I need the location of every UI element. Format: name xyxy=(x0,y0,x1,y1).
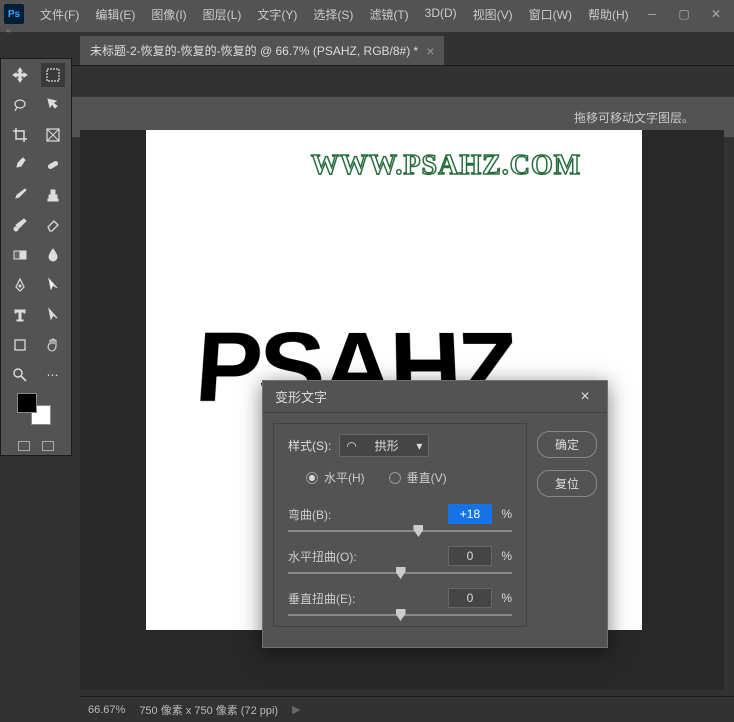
move-tool-icon[interactable] xyxy=(8,63,32,87)
radio-vertical[interactable]: 垂直(V) xyxy=(389,469,447,486)
eyedropper-tool-icon[interactable] xyxy=(8,153,32,177)
zoom-tool-icon[interactable] xyxy=(8,363,32,387)
percent-label: % xyxy=(501,507,512,521)
menu-help[interactable]: 帮助(H) xyxy=(580,2,637,27)
app-logo: Ps xyxy=(4,4,24,24)
tab-title: 未标题-2-恢复的-恢复的-恢复的 @ 66.7% (PSAHZ, RGB/8#… xyxy=(90,42,418,59)
status-arrow-icon[interactable]: ▶ xyxy=(292,703,300,716)
zoom-level[interactable]: 66.67% xyxy=(88,704,125,716)
frame-tool-icon[interactable] xyxy=(41,123,65,147)
crop-tool-icon[interactable] xyxy=(8,123,32,147)
style-select[interactable]: ◠ 拱形 ▾ xyxy=(339,434,429,457)
menu-file[interactable]: 文件(F) xyxy=(32,2,87,27)
menu-type[interactable]: 文字(Y) xyxy=(249,2,305,27)
dialog-close-icon[interactable]: × xyxy=(575,387,595,407)
ok-button[interactable]: 确定 xyxy=(537,431,597,458)
percent-label3: % xyxy=(501,591,512,605)
status-bar: 66.67% 750 像素 x 750 像素 (72 ppi) ▶ xyxy=(80,696,734,722)
foreground-swatch[interactable] xyxy=(17,393,37,413)
slider-thumb-icon[interactable] xyxy=(396,609,406,621)
screenmode-icon[interactable] xyxy=(42,441,54,451)
dialog-title: 变形文字 xyxy=(275,387,327,406)
panel-toggle-icon[interactable]: « xyxy=(6,26,10,35)
slider-thumb-icon[interactable] xyxy=(396,567,406,579)
pen-tool-icon[interactable] xyxy=(8,273,32,297)
hdist-label: 水平扭曲(O): xyxy=(288,548,357,565)
quick-select-tool-icon[interactable] xyxy=(41,93,65,117)
radio-horizontal[interactable]: 水平(H) xyxy=(306,469,365,486)
style-label: 样式(S): xyxy=(288,437,331,454)
minimize-button[interactable]: ─ xyxy=(638,4,666,24)
gradient-tool-icon[interactable] xyxy=(8,243,32,267)
vdist-input[interactable] xyxy=(448,588,492,608)
slider-thumb-icon[interactable] xyxy=(413,525,423,537)
color-swatches[interactable] xyxy=(3,393,69,433)
toolbox: ⋯ xyxy=(0,58,72,456)
menu-3d[interactable]: 3D(D) xyxy=(417,2,465,27)
menu-image[interactable]: 图像(I) xyxy=(143,2,194,27)
history-brush-tool-icon[interactable] xyxy=(8,213,32,237)
bend-label: 弯曲(B): xyxy=(288,506,331,523)
lasso-tool-icon[interactable] xyxy=(8,93,32,117)
menu-layer[interactable]: 图层(L) xyxy=(195,2,250,27)
direct-select-tool-icon[interactable] xyxy=(41,273,65,297)
vdist-label: 垂直扭曲(E): xyxy=(288,590,355,607)
heal-tool-icon[interactable] xyxy=(41,153,65,177)
tab-close-icon[interactable]: × xyxy=(426,43,434,59)
document-tab[interactable]: 未标题-2-恢复的-恢复的-恢复的 @ 66.7% (PSAHZ, RGB/8#… xyxy=(80,36,444,65)
radio-empty-icon xyxy=(389,472,401,484)
doc-dimensions[interactable]: 750 像素 x 750 像素 (72 ppi) xyxy=(139,702,278,718)
more-tools-icon[interactable]: ⋯ xyxy=(41,363,65,387)
radio-h-label: 水平(H) xyxy=(324,469,365,486)
path-select-tool-icon[interactable] xyxy=(41,303,65,327)
warp-text-dialog: 变形文字 × 样式(S): ◠ 拱形 ▾ 水平(H) 垂直(V) xyxy=(262,380,608,648)
quickmask-icon[interactable] xyxy=(18,441,30,451)
eraser-tool-icon[interactable] xyxy=(41,213,65,237)
radio-v-label: 垂直(V) xyxy=(407,469,447,486)
shape-tool-icon[interactable] xyxy=(8,333,32,357)
type-tool-icon[interactable] xyxy=(8,303,32,327)
radio-dot-icon xyxy=(306,472,318,484)
watermark-text: WWW.PSAHZ.COM xyxy=(311,150,581,182)
hint-text: 拖移可移动文字图层。 xyxy=(574,109,694,126)
vdist-slider[interactable] xyxy=(288,614,512,616)
style-value: 拱形 xyxy=(375,437,399,454)
menu-select[interactable]: 选择(S) xyxy=(305,2,361,27)
bend-slider[interactable] xyxy=(288,530,512,532)
marquee-tool-icon[interactable] xyxy=(41,63,65,87)
percent-label2: % xyxy=(501,549,512,563)
menu-view[interactable]: 视图(V) xyxy=(465,2,521,27)
menu-window[interactable]: 窗口(W) xyxy=(521,2,580,27)
chevron-down-icon: ▾ xyxy=(416,439,422,453)
arc-icon: ◠ xyxy=(346,439,356,453)
hdist-input[interactable] xyxy=(448,546,492,566)
maximize-button[interactable]: ▢ xyxy=(670,4,698,24)
menu-edit[interactable]: 编辑(E) xyxy=(87,2,143,27)
blur-tool-icon[interactable] xyxy=(41,243,65,267)
bend-input[interactable] xyxy=(448,504,492,524)
hdist-slider[interactable] xyxy=(288,572,512,574)
hand-tool-icon[interactable] xyxy=(41,333,65,357)
brush-tool-icon[interactable] xyxy=(8,183,32,207)
reset-button[interactable]: 复位 xyxy=(537,470,597,497)
main-menu: 文件(F) 编辑(E) 图像(I) 图层(L) 文字(Y) 选择(S) 滤镜(T… xyxy=(32,2,638,27)
close-button[interactable]: ✕ xyxy=(702,4,730,24)
stamp-tool-icon[interactable] xyxy=(41,183,65,207)
menu-filter[interactable]: 滤镜(T) xyxy=(361,2,416,27)
